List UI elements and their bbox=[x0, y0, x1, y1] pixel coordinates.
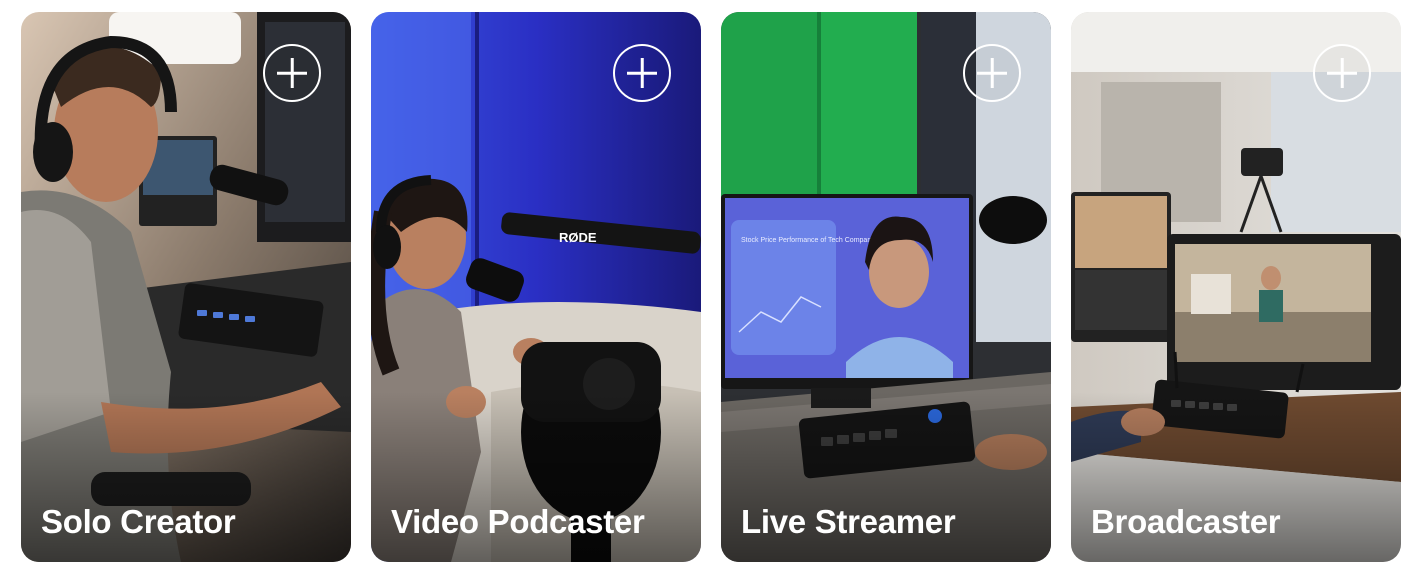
card-live-streamer[interactable]: Stock Price Performance of Tech Companie… bbox=[721, 12, 1051, 562]
card-title: Video Podcaster bbox=[391, 503, 645, 540]
plus-circle-icon[interactable] bbox=[263, 44, 321, 102]
plus-circle-icon[interactable] bbox=[613, 44, 671, 102]
card-video-podcaster[interactable]: RØDE Video Podcaster bbox=[371, 12, 701, 562]
card-title: Live Streamer bbox=[741, 503, 956, 540]
plus-circle-icon[interactable] bbox=[1313, 44, 1371, 102]
card-broadcaster[interactable]: Broadcaster bbox=[1071, 12, 1401, 562]
card-title: Solo Creator bbox=[41, 503, 236, 540]
use-case-card-row: Solo Creator RØDE Video Podcaster Stock … bbox=[21, 12, 1401, 562]
plus-circle-icon[interactable] bbox=[963, 44, 1021, 102]
card-solo-creator[interactable]: Solo Creator bbox=[21, 12, 351, 562]
card-title: Broadcaster bbox=[1091, 503, 1281, 540]
monitor-headline-text: Stock Price Performance of Tech Companie… bbox=[741, 237, 881, 244]
mic-brand-label: RØDE bbox=[559, 230, 597, 245]
